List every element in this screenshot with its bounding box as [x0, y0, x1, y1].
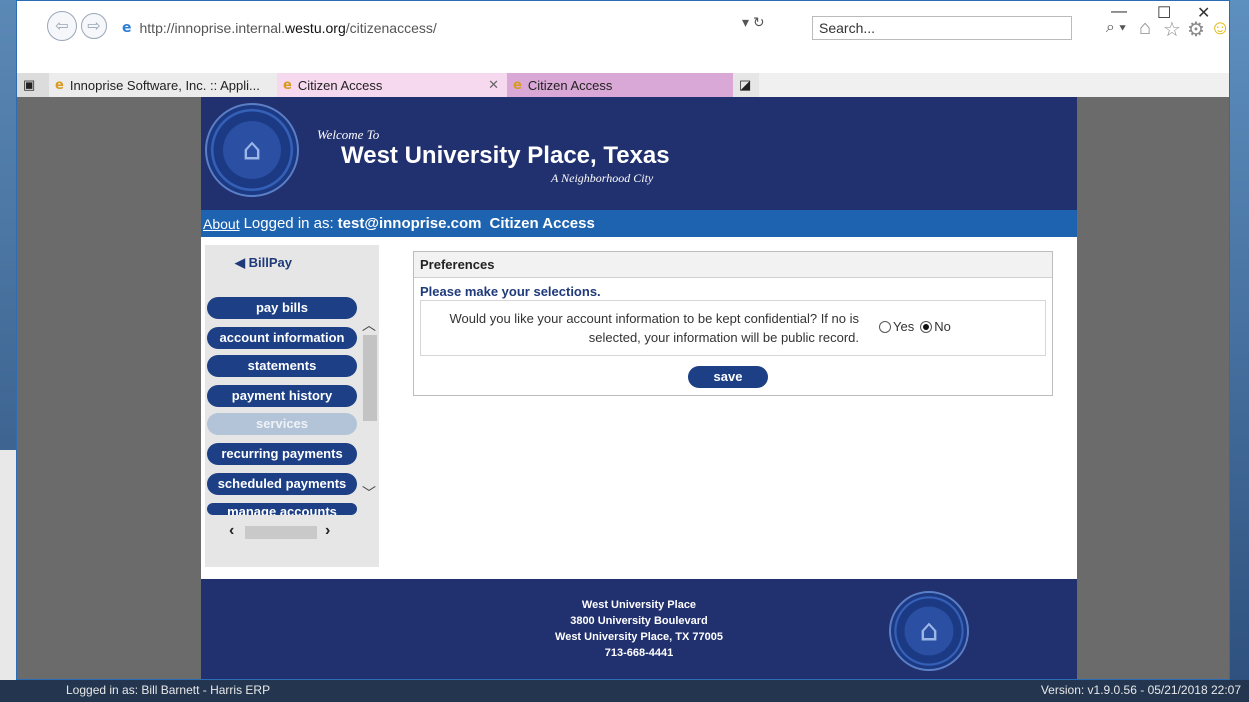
confidential-question-box: Would you like your account information …	[420, 300, 1046, 356]
tab-pinned[interactable]: ▣	[17, 73, 49, 97]
ie-tab-icon: e	[55, 77, 64, 93]
forward-button[interactable]: ⇨	[81, 13, 107, 39]
close-tab-icon[interactable]: ✕	[488, 77, 499, 93]
welcome-text: Welcome To	[317, 127, 380, 142]
preferences-header: Preferences	[414, 252, 1052, 278]
ie-logo-icon: e	[122, 20, 132, 36]
scroll-down-chevron-icon[interactable]: ﹀	[362, 483, 376, 503]
back-arrow-icon: ⇦	[55, 18, 69, 35]
footer-city-seal-logo: ⌂	[889, 591, 969, 671]
address-url: http://innoprise.internal.westu.org/citi…	[139, 20, 437, 36]
menu-account-information[interactable]: account information	[207, 327, 357, 349]
house-icon: ⌂	[919, 613, 939, 649]
logged-in-label: Logged in as:	[243, 215, 334, 232]
tab-innoprise[interactable]: e Innoprise Software, Inc. :: Appli...	[49, 73, 277, 97]
forward-arrow-icon: ⇨	[87, 18, 101, 35]
desktop-background-right	[1230, 0, 1249, 702]
search-placeholder: Search...	[819, 20, 876, 36]
tab-citizen-access-active[interactable]: e Citizen Access ✕	[277, 73, 507, 97]
minimize-button[interactable]: —	[1111, 3, 1127, 21]
menu-payment-history[interactable]: payment history	[207, 385, 357, 407]
menu-recurring-payments[interactable]: recurring payments	[207, 443, 357, 465]
citizen-access-page: ⌂ Welcome To West University Place, Texa…	[201, 97, 1077, 679]
tab-strip: ▣ e Innoprise Software, Inc. :: Appli...…	[17, 73, 1229, 97]
search-icon[interactable]: ⌕ ▾	[1106, 19, 1126, 37]
radio-yes[interactable]	[879, 320, 891, 333]
house-icon: ⌂	[242, 132, 262, 168]
ie-tab-icon: e	[283, 77, 292, 93]
menu-horizontal-scrollbar[interactable]: ‹ ›	[229, 522, 339, 540]
save-button[interactable]: save	[688, 366, 768, 388]
status-logged-in: Logged in as: Bill Barnett - Harris ERP	[66, 683, 271, 697]
side-navigation: ◀ BillPay pay bills account information …	[205, 245, 379, 567]
maximize-button[interactable]: ☐	[1157, 3, 1171, 23]
back-button[interactable]: ⇦	[47, 11, 77, 41]
scroll-right-chevron-icon[interactable]: ›	[325, 522, 330, 540]
horizontal-scroll-thumb[interactable]	[245, 526, 317, 539]
radio-yes-label: Yes	[893, 319, 915, 334]
preferences-panel: Preferences Please make your selections.…	[413, 251, 1053, 396]
radio-no-label: No	[934, 319, 951, 334]
city-seal-logo: ⌂	[205, 103, 299, 197]
new-tab-icon: ◪	[739, 77, 752, 92]
ie-tab-icon: e	[513, 77, 522, 93]
home-icon[interactable]: ⌂	[1139, 17, 1151, 40]
tab-citizen-access[interactable]: e Citizen Access	[507, 73, 733, 97]
search-input[interactable]: Search... ⌕ ▾	[812, 16, 1126, 40]
scroll-left-chevron-icon[interactable]: ‹	[229, 522, 234, 540]
menu-scheduled-payments[interactable]: scheduled payments	[207, 473, 357, 495]
refresh-button[interactable]: ▾ ↻	[742, 14, 765, 31]
city-title: West University Place, Texas	[341, 142, 670, 169]
radio-no[interactable]	[920, 320, 933, 333]
menu-vertical-scrollbar[interactable]: ︿ ﹀	[360, 303, 378, 521]
confidential-question: Would you like your account information …	[449, 311, 860, 345]
preferences-subheader: Please make your selections.	[420, 284, 601, 299]
menu-pay-bills[interactable]: pay bills	[207, 297, 357, 319]
vertical-scroll-thumb[interactable]	[363, 335, 377, 421]
new-tab-button[interactable]: ◪	[733, 73, 759, 97]
page-icon: ▣	[23, 77, 36, 92]
user-email: test@innoprise.com	[337, 215, 482, 232]
menu-services: services	[207, 413, 357, 435]
confidential-radio-group: Yes No	[873, 319, 951, 334]
menu-manage-accounts[interactable]: manage accounts	[207, 503, 357, 515]
status-version: Version: v1.9.0.56 - 05/21/2018 22:07	[1040, 683, 1241, 697]
address-bar[interactable]: e http://innoprise.internal.westu.org/ci…	[117, 14, 809, 42]
scroll-up-chevron-icon[interactable]: ︿	[362, 315, 376, 335]
billpay-back-link[interactable]: ◀ BillPay	[235, 255, 292, 271]
browser-window: ⇦ ⇨ e http://innoprise.internal.westu.or…	[16, 0, 1230, 680]
navigation-row: ⇦ ⇨ e http://innoprise.internal.westu.or…	[17, 3, 1229, 43]
about-link[interactable]: About	[203, 216, 240, 232]
header-banner: ⌂ Welcome To West University Place, Texa…	[201, 97, 1077, 210]
menu-statements[interactable]: statements	[207, 355, 357, 377]
smiley-feedback-icon[interactable]: ☺	[1210, 17, 1229, 40]
app-name: Citizen Access	[489, 215, 595, 232]
page-footer: West University Place 3800 University Bo…	[201, 579, 1077, 679]
tagline: A Neighborhood City	[551, 171, 654, 185]
close-window-button[interactable]: ✕	[1197, 3, 1210, 23]
login-bar: About Logged in as: test@innoprise.com C…	[201, 210, 1077, 237]
browser-chrome: ⇦ ⇨ e http://innoprise.internal.westu.or…	[17, 1, 1229, 97]
